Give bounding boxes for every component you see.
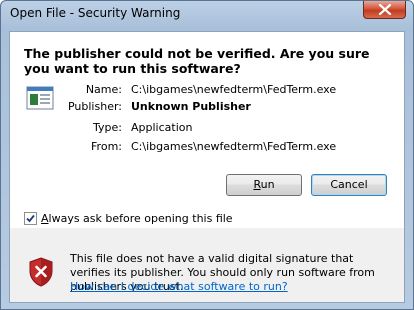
title-bar[interactable]: Open File - Security Warning <box>1 1 413 27</box>
publisher-label: Publisher: <box>67 100 122 113</box>
close-button[interactable] <box>363 1 406 19</box>
name-label: Name: <box>85 83 122 96</box>
from-value: C:\ibgames\newfedterm\FedTerm.exe <box>131 140 337 153</box>
run-accel: R <box>253 178 261 191</box>
always-ask-accel: A <box>41 212 49 225</box>
run-button[interactable]: Run <box>226 174 302 196</box>
checkmark-icon <box>26 214 35 223</box>
cancel-button[interactable]: Cancel <box>311 174 387 196</box>
type-value: Application <box>131 121 193 134</box>
dialog-client-area: The publisher could not be verified. Are… <box>9 31 405 303</box>
window-title: Open File - Security Warning <box>10 6 181 20</box>
always-ask-label[interactable]: Always ask before opening this file <box>41 212 233 225</box>
help-link[interactable]: How can I decide what software to run? <box>70 280 288 293</box>
close-icon <box>378 4 392 15</box>
always-ask-checkbox[interactable] <box>24 212 37 225</box>
application-icon <box>26 86 54 110</box>
always-ask-text: lways ask before opening this file <box>48 212 233 225</box>
publisher-value: Unknown Publisher <box>131 100 251 113</box>
type-label: Type: <box>93 121 122 134</box>
dialog-heading: The publisher could not be verified. Are… <box>24 46 370 76</box>
shield-error-icon <box>29 257 53 287</box>
run-label: un <box>260 178 275 191</box>
name-value: C:\ibgames\newfedterm\FedTerm.exe <box>131 83 337 96</box>
from-label: From: <box>91 140 122 153</box>
security-warning-window: Open File - Security Warning The publish… <box>0 0 414 310</box>
dialog-content: The publisher could not be verified. Are… <box>10 32 404 228</box>
